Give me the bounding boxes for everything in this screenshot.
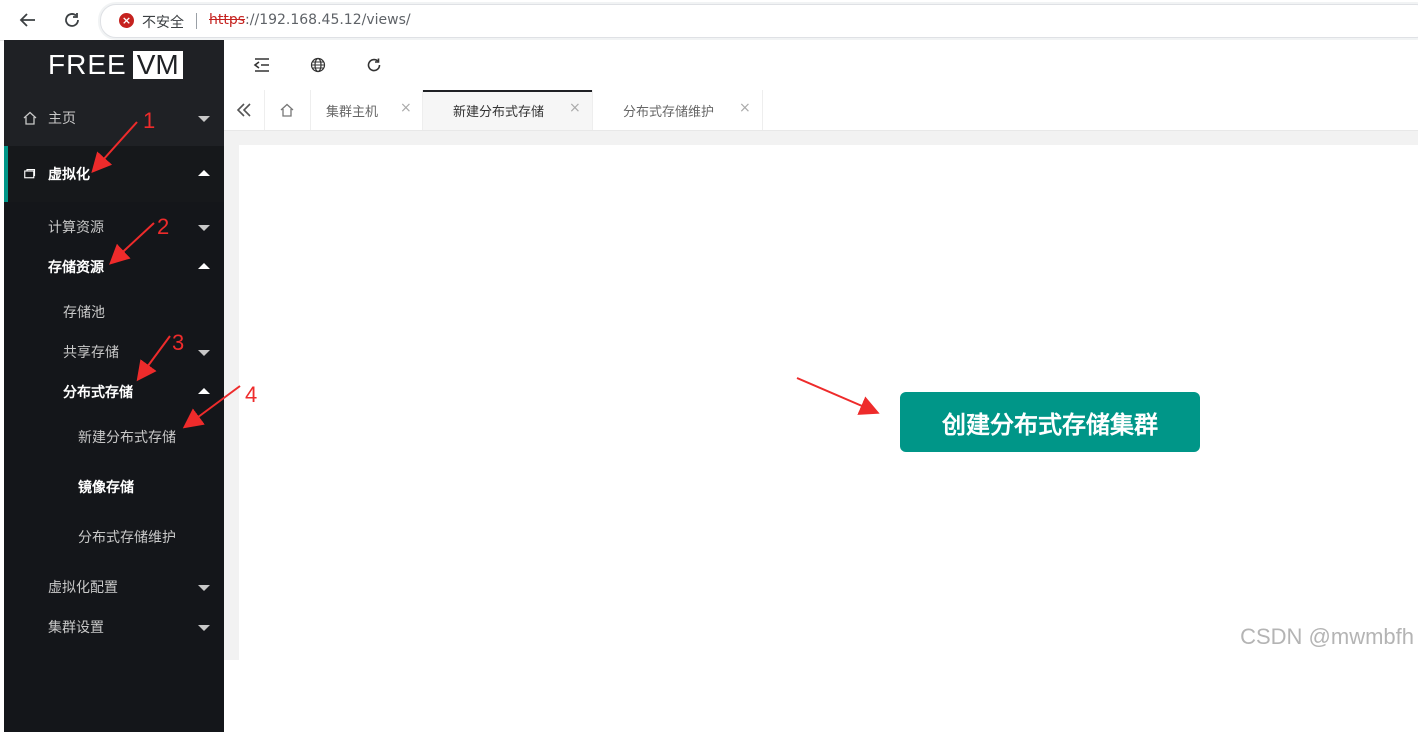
close-icon[interactable]: × (739, 100, 751, 116)
sidebar: FREEVM 主页 虚拟化 计算资源 存储资源 存储池 共享存储 分布式存储 (4, 40, 224, 732)
close-icon[interactable]: × (569, 100, 581, 116)
chevron-down-icon (198, 116, 210, 122)
tab-label: 新建分布式存储 (453, 105, 545, 120)
sidebar-item-label: 镜像存储 (78, 480, 134, 496)
sidebar-item-label: 虚拟化 (48, 167, 90, 183)
sidebar-item-home[interactable]: 主页 (4, 98, 224, 138)
sidebar-item-label: 新建分布式存储 (78, 430, 176, 446)
address-bar[interactable]: × 不安全 https://192.168.45.12/views/ (100, 4, 1418, 38)
create-distributed-storage-cluster-button[interactable]: 创建分布式存储集群 (900, 392, 1200, 452)
watermark: CSDN @mwmbfh (1240, 624, 1414, 649)
sidebar-item-storage[interactable]: 存储资源 (4, 247, 224, 287)
divider (196, 13, 197, 29)
close-icon[interactable]: × (400, 100, 412, 116)
url-text[interactable]: https://192.168.45.12/views/ (209, 12, 411, 28)
annotation-number: 2 (157, 214, 170, 239)
reload-button[interactable] (58, 6, 86, 34)
tab-distributed-maintenance[interactable]: 分布式存储维护 × (593, 90, 763, 130)
logo-vm: VM (132, 51, 183, 79)
top-toolbar (224, 40, 1418, 91)
globe-icon (310, 57, 326, 73)
home-icon (23, 111, 37, 125)
content-card (239, 145, 1418, 660)
not-secure-icon: × (119, 13, 134, 28)
sidebar-item-virtualization-config[interactable]: 虚拟化配置 (4, 567, 224, 607)
sidebar-item-label: 共享存储 (63, 345, 119, 361)
globe-button[interactable] (307, 54, 329, 76)
tab-home[interactable] (264, 90, 311, 130)
tab-new-distributed-storage[interactable]: 新建分布式存储 × (423, 90, 593, 130)
refresh-button[interactable] (363, 54, 385, 76)
logo: FREE VM (44, 50, 184, 80)
server-icon (24, 168, 36, 179)
sidebar-item-label: 分布式存储维护 (78, 530, 176, 546)
sidebar-item-cluster-settings[interactable]: 集群设置 (4, 607, 224, 647)
sidebar-item-label: 存储资源 (48, 260, 104, 276)
sidebar-item-label: 存储池 (63, 305, 105, 321)
sidebar-item-label: 主页 (48, 111, 76, 127)
chevron-down-icon (198, 625, 210, 631)
browser-bar: × 不安全 https://192.168.45.12/views/ (0, 0, 1418, 41)
refresh-icon (367, 58, 381, 72)
menu-fold-icon (253, 58, 269, 72)
chevron-down-icon (198, 585, 210, 591)
annotation-number: 3 (172, 330, 185, 355)
sidebar-item-storage-pool[interactable]: 存储池 (4, 292, 224, 332)
sidebar-item-label: 计算资源 (48, 220, 104, 236)
annotation-number: 1 (143, 108, 156, 133)
annotation-number: 4 (245, 382, 258, 407)
tab-label: 集群主机 (326, 105, 379, 120)
tab-cluster-host[interactable]: 集群主机 × (310, 90, 423, 130)
chevron-down-icon (198, 350, 210, 356)
sidebar-item-image-storage[interactable]: 镜像存储 (4, 467, 224, 507)
logo-free: FREE (48, 49, 127, 80)
tab-scroll-left-button[interactable] (224, 90, 265, 130)
reload-icon (65, 13, 79, 27)
sidebar-item-distributed-maintenance[interactable]: 分布式存储维护 (4, 517, 224, 557)
url-path: ://192.168.45.12/views/ (245, 12, 411, 28)
home-icon (280, 103, 294, 117)
sidebar-item-label: 集群设置 (48, 620, 104, 636)
double-chevron-left-icon (236, 103, 251, 117)
sidebar-item-label: 虚拟化配置 (48, 580, 118, 596)
arrow-left-icon (19, 13, 35, 27)
menu-fold-button[interactable] (251, 54, 273, 76)
tab-bar: 集群主机 × 新建分布式存储 × 分布式存储维护 × (224, 90, 1418, 131)
tab-label: 分布式存储维护 (623, 105, 715, 120)
chevron-up-icon (198, 263, 210, 269)
url-scheme: https (209, 12, 246, 28)
chevron-up-icon (198, 388, 210, 394)
security-label[interactable]: 不安全 (142, 12, 184, 32)
chevron-up-icon (198, 170, 210, 176)
sidebar-item-virtualization[interactable]: 虚拟化 (4, 154, 224, 194)
sidebar-item-compute[interactable]: 计算资源 (4, 207, 224, 247)
back-button[interactable] (14, 6, 42, 34)
sidebar-item-new-distributed-storage[interactable]: 新建分布式存储 (4, 417, 224, 457)
sidebar-item-distributed-storage[interactable]: 分布式存储 (4, 372, 224, 412)
sidebar-item-label: 分布式存储 (63, 385, 133, 401)
sidebar-item-shared-storage[interactable]: 共享存储 (4, 332, 224, 372)
chevron-down-icon (198, 225, 210, 231)
